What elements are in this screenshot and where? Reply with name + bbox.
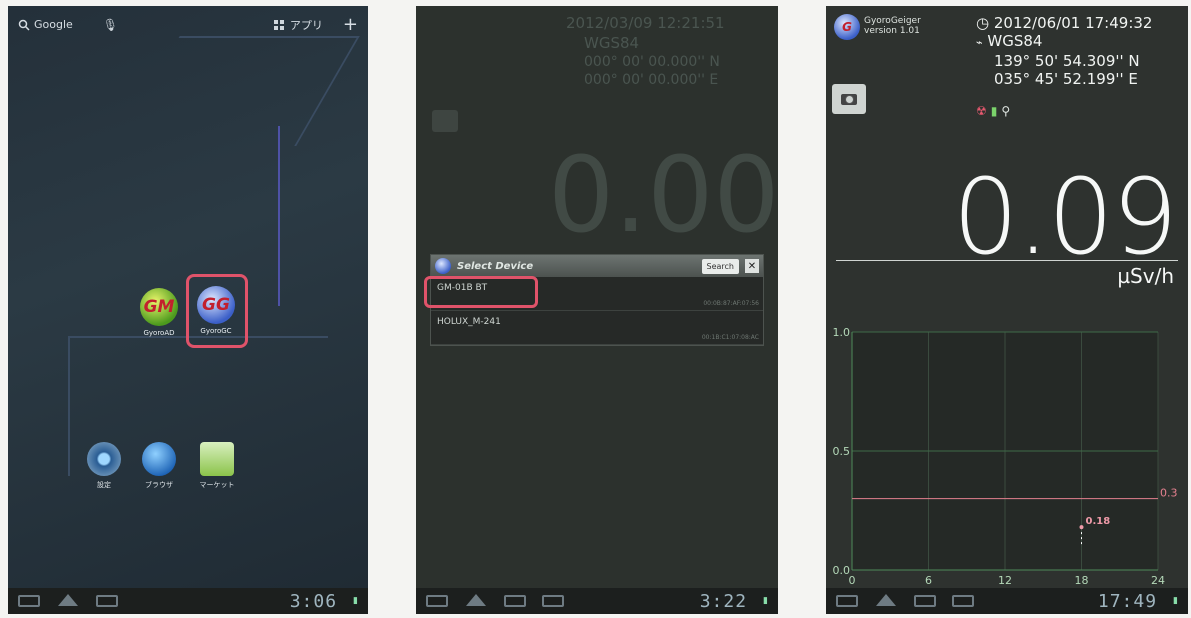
keyboard-icon[interactable] (542, 595, 564, 607)
close-button[interactable]: ✕ (745, 259, 759, 273)
battery-icon: ▮ (1173, 596, 1178, 606)
bicycle-icon: ⚲ (1001, 104, 1011, 118)
longitude: 000° 00' 00.000'' E (584, 72, 719, 88)
dock-settings[interactable]: 設定 (84, 442, 124, 490)
x-tick-label: 6 (925, 574, 932, 587)
highlight-box (424, 276, 538, 308)
radiation-icon: ☢ (976, 104, 987, 118)
search-button[interactable]: Search (701, 258, 739, 274)
battery-icon: ▮ (763, 596, 768, 606)
latitude: 000° 00' 00.000'' N (584, 54, 720, 70)
datum: WGS84 (584, 34, 640, 52)
dose-unit: µSv/h (1117, 264, 1174, 288)
coordinate-1: 139° 50' 54.309'' N (994, 52, 1140, 70)
datum: WGS84 (987, 32, 1043, 50)
y-tick-label: 0.5 (833, 445, 851, 458)
datetime: 2012/06/01 17:49:32 (993, 14, 1153, 32)
wallpaper-shape (278, 126, 368, 306)
app-icon-gyroad[interactable]: GM GyoroAD (136, 288, 182, 337)
apps-label: アプリ (289, 18, 323, 32)
home-icon[interactable] (464, 594, 488, 608)
app-icon: G (834, 14, 860, 40)
device-name: HOLUX_M-241 (437, 317, 501, 327)
datetime: 2012/03/09 12:21:51 (566, 14, 725, 32)
geiger-main-screen: G GyoroGeiger version 1.01 ◷ 2012/06/01 … (826, 6, 1188, 614)
home-icon[interactable] (874, 594, 898, 608)
system-bar: 3:22 ▮ (416, 588, 778, 614)
google-label: Google (34, 18, 73, 31)
y-tick-label: 1.0 (833, 326, 851, 339)
clock-icon: ◷ (976, 14, 990, 32)
y-tick-label: 0.0 (833, 564, 851, 577)
x-tick-label: 24 (1151, 574, 1165, 587)
recent-apps-icon[interactable] (504, 595, 526, 607)
datetime-row: ◷ 2012/06/01 17:49:32 (976, 14, 1152, 32)
app-name: GyoroGeiger (864, 16, 921, 26)
system-bar: 17:49 ▮ (826, 588, 1188, 614)
back-icon[interactable] (18, 595, 40, 607)
dialog-title: Select Device (457, 260, 534, 272)
app-version: version 1.01 (864, 26, 920, 36)
battery-icon: ▮ (990, 104, 998, 118)
apps-button[interactable]: アプリ (273, 17, 323, 33)
dock-label: 設定 (97, 481, 111, 489)
clock: 3:22 (699, 590, 748, 612)
clock: 3:06 (289, 590, 338, 612)
add-icon[interactable]: + (343, 14, 358, 35)
settings-icon (87, 442, 121, 476)
market-icon (200, 442, 234, 476)
top-bar: Google 🎙 アプリ + (18, 14, 358, 35)
dialog-titlebar: Select Device Search ✕ (431, 255, 763, 277)
location-info: ◷ 2012/06/01 17:49:32 ⌁ WGS84 139° 50' 5… (976, 14, 1152, 88)
gyroad-icon: GM (140, 288, 178, 326)
device-select-screen: 2012/03/09 12:21:51 WGS84 000° 00' 00.00… (416, 6, 778, 614)
home-icon[interactable] (56, 594, 80, 608)
divider (836, 260, 1178, 261)
app-label: GyoroAD (143, 329, 175, 337)
microphone-icon[interactable]: 🎙 (103, 18, 118, 32)
system-bar: 3:06 ▮ (8, 588, 368, 614)
x-tick-label: 18 (1075, 574, 1089, 587)
dock-market[interactable]: マーケット (194, 442, 240, 490)
device-address: 00:1B:C1:07:08:AC (701, 334, 759, 341)
back-icon[interactable] (426, 595, 448, 607)
coordinate-2: 035° 45' 52.199'' E (994, 70, 1138, 88)
app-header: GyoroGeiger version 1.01 (864, 16, 921, 36)
x-tick-label: 12 (998, 574, 1012, 587)
browser-icon (142, 442, 176, 476)
device-address: 00:0B:87:AF:07:56 (703, 300, 759, 307)
dock-label: ブラウザ (145, 481, 173, 489)
data-point (1079, 525, 1084, 530)
clock: 17:49 (1097, 590, 1158, 612)
threshold-label: 0.3 (1160, 487, 1178, 500)
data-label: 0.18 (1086, 516, 1111, 527)
keyboard-icon[interactable] (952, 595, 974, 607)
apps-grid-icon (273, 19, 284, 30)
status-icons: ☢ ▮ ⚲ (976, 104, 1010, 118)
recent-apps-icon[interactable] (914, 595, 936, 607)
camera-icon (432, 110, 458, 132)
dock-browser[interactable]: ブラウザ (138, 442, 180, 490)
highlight-box (186, 274, 248, 348)
dock-label: マーケット (199, 481, 235, 489)
satellite-icon: ⌁ (976, 36, 983, 49)
battery-icon: ▮ (353, 596, 358, 606)
gyrogc-icon (435, 258, 451, 274)
search-icon (18, 19, 30, 31)
camera-button[interactable] (832, 84, 866, 114)
datum-row: ⌁ WGS84 (976, 32, 1152, 52)
recent-apps-icon[interactable] (96, 595, 118, 607)
dose-chart: 0 6 12 18 240.00.51.00.30.18 (833, 326, 1178, 587)
home-screen: Google 🎙 アプリ + GM GyoroAD GG GyoroGC 設定 … (8, 6, 368, 614)
big-value: 0.00 (548, 134, 778, 256)
back-icon[interactable] (836, 595, 858, 607)
google-search-button[interactable]: Google (18, 18, 73, 31)
device-row[interactable]: HOLUX_M-241 00:1B:C1:07:08:AC (431, 311, 763, 345)
